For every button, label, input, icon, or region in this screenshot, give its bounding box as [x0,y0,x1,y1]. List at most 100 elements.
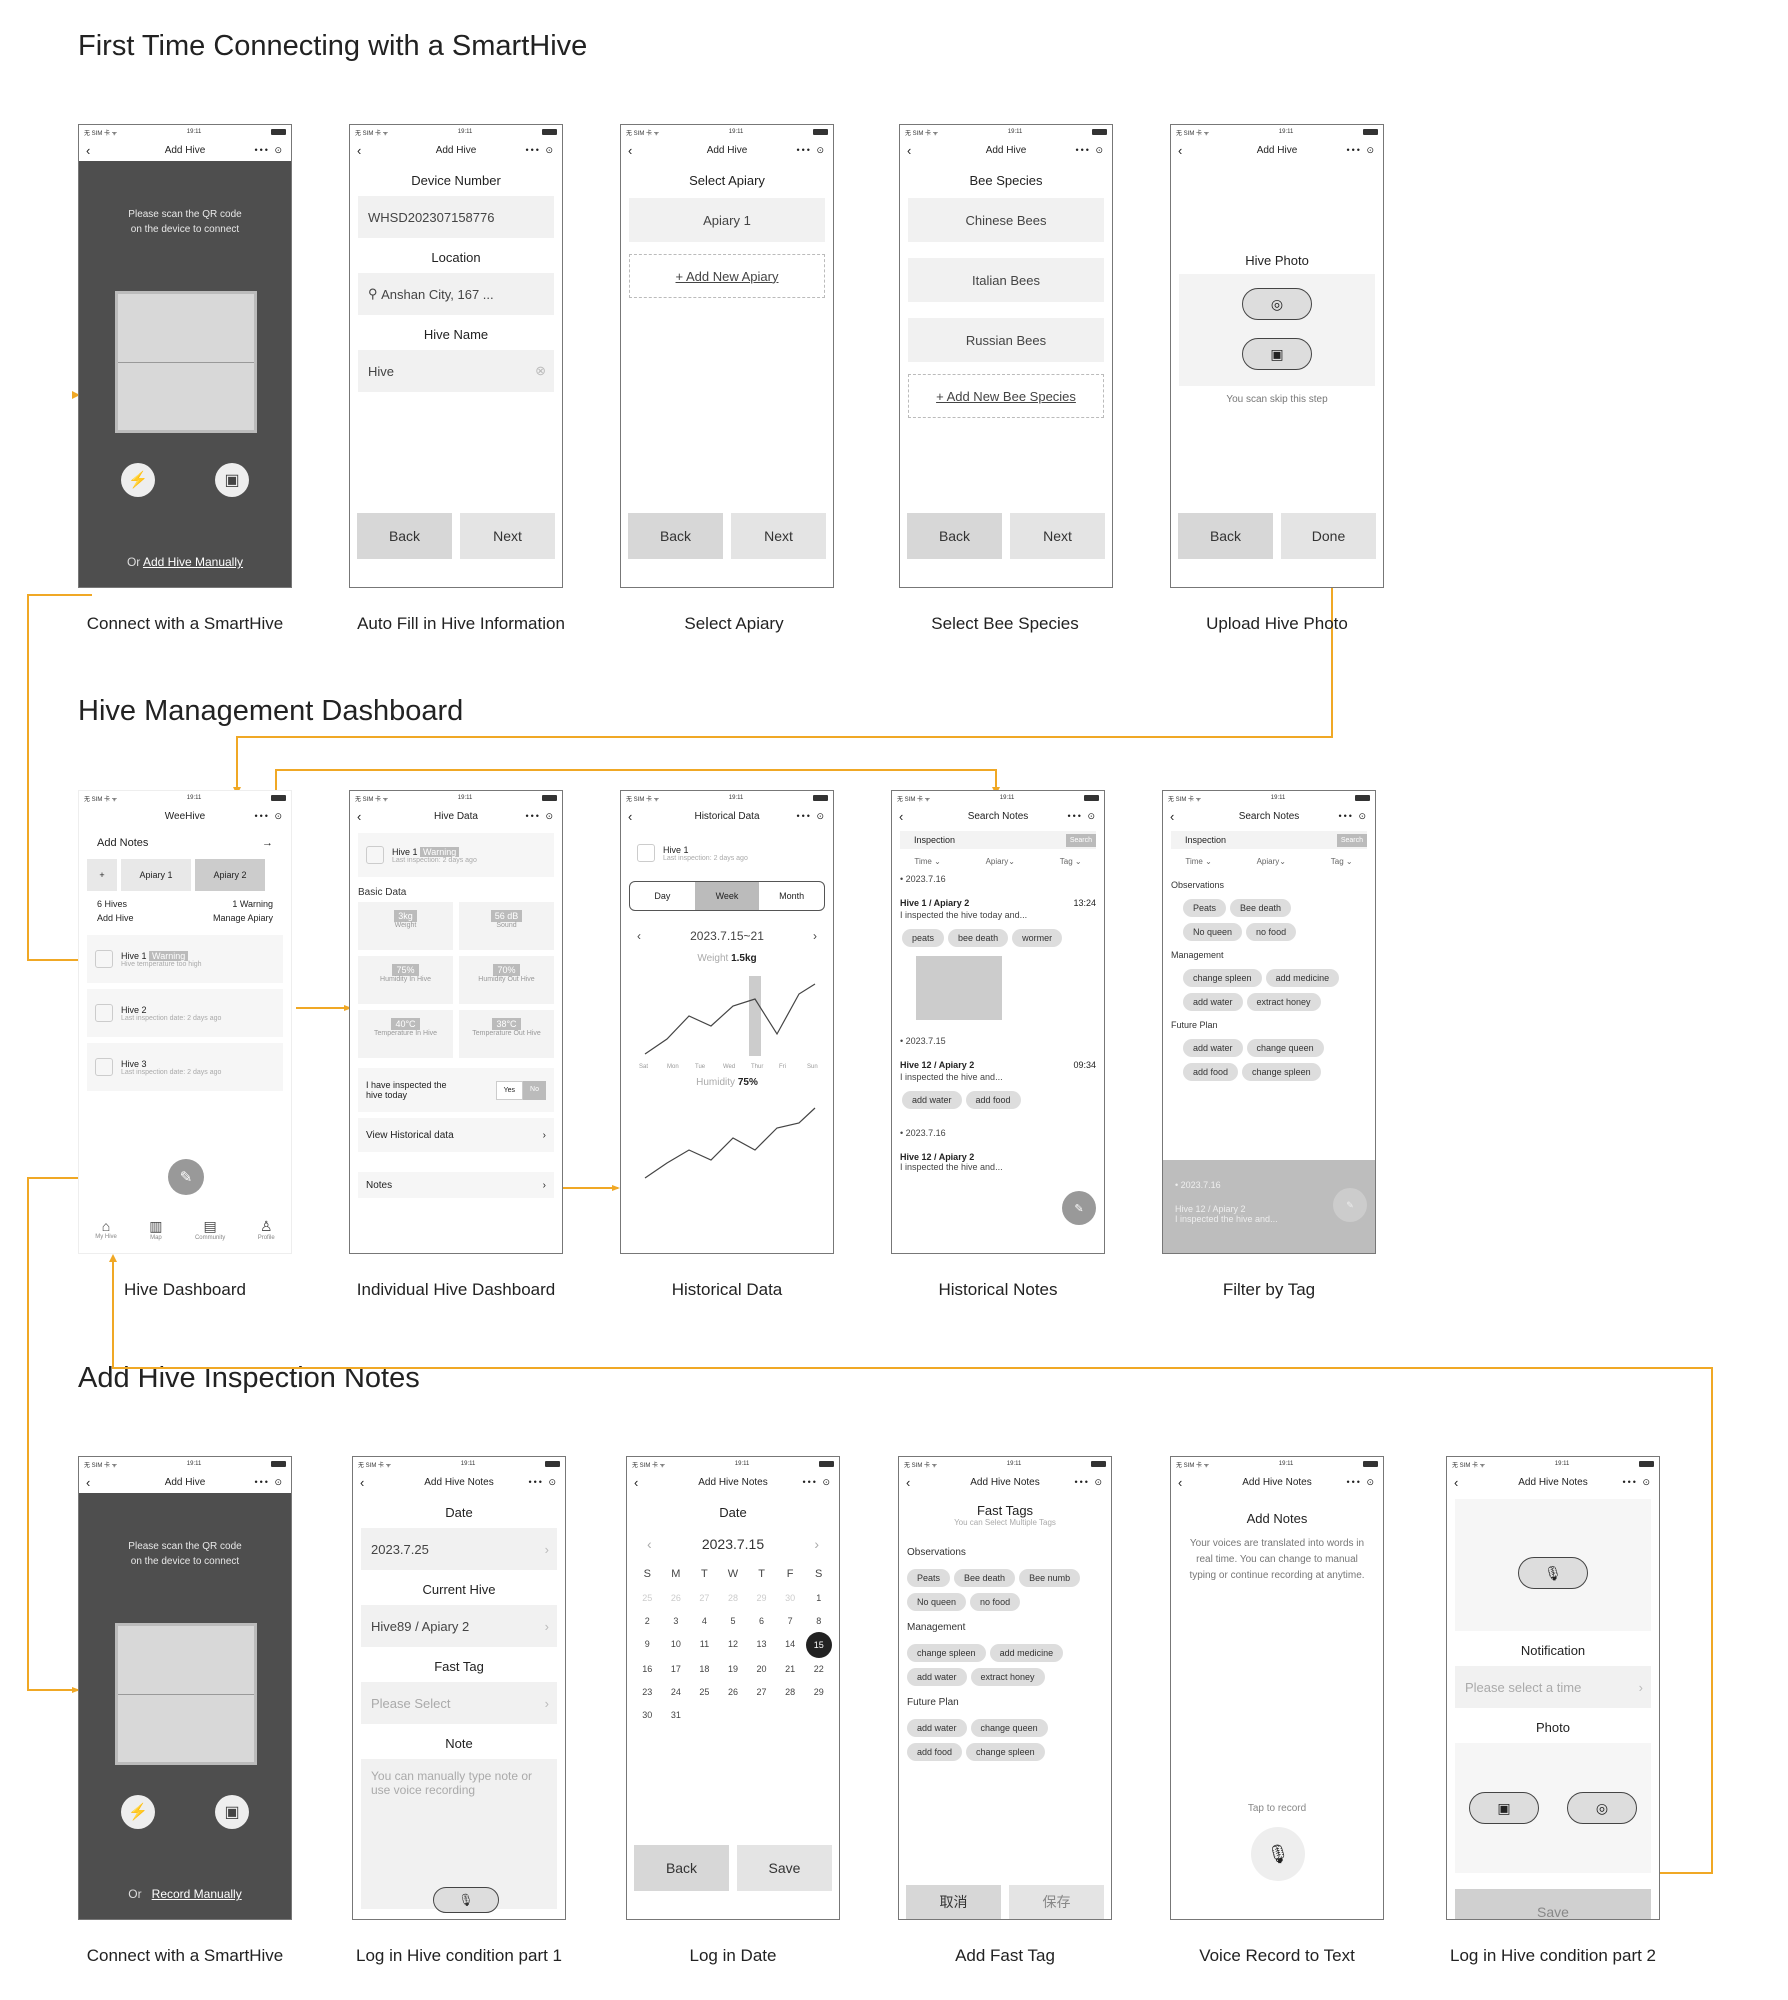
tag[interactable]: extract honey [970,1668,1045,1686]
back-icon[interactable]: ‹ [634,1476,638,1489]
save-button[interactable]: Save [1455,1889,1651,1919]
gallery-icon[interactable]: ▣ [1242,338,1312,370]
species-option[interactable]: Chinese Bees [908,198,1104,242]
tag[interactable]: add food [1183,1063,1239,1081]
capsule-menu[interactable]: ••• ⊙ [526,811,556,822]
tab-apiary-2[interactable]: Apiary 2 [195,859,265,891]
calendar-day[interactable]: 26 [662,1593,691,1603]
calendar-day[interactable]: 29 [747,1593,776,1603]
capsule-menu[interactable]: ••• ⊙ [797,145,827,156]
calendar-day[interactable]: 17 [662,1664,691,1674]
tag[interactable]: peats [902,929,945,947]
hive-name-field[interactable]: Hive ⊗ [358,350,554,392]
fast-tag-field[interactable]: Please Select › [361,1682,557,1724]
capsule-menu[interactable]: ••• ⊙ [1623,1477,1653,1488]
tag[interactable]: add water [907,1719,967,1737]
back-icon[interactable]: ‹ [86,144,90,157]
calendar-day[interactable]: 15 [805,1632,832,1658]
capsule-menu[interactable]: ••• ⊙ [255,145,285,156]
calendar-day[interactable]: 7 [776,1616,805,1626]
calendar-day[interactable]: 12 [719,1639,748,1651]
calendar-day[interactable]: 6 [747,1616,776,1626]
calendar-day[interactable]: 4 [690,1616,719,1626]
calendar-day[interactable]: 24 [662,1687,691,1697]
calendar-day[interactable]: 21 [776,1664,805,1674]
tag[interactable]: no food [1246,923,1297,941]
prev-month-icon[interactable]: ‹ [647,1536,652,1552]
tag[interactable]: add food [907,1743,963,1761]
calendar-day[interactable]: 25 [690,1687,719,1697]
calendar-day[interactable]: 5 [719,1616,748,1626]
capsule-menu[interactable]: ••• ⊙ [803,1477,833,1488]
note-photo[interactable] [916,956,1002,1020]
edit-fab[interactable]: ✎ [1333,1188,1367,1222]
search-button[interactable]: Search [1336,833,1367,847]
tag[interactable]: change spleen [907,1644,986,1662]
back-icon[interactable]: ‹ [1170,810,1174,823]
tag[interactable]: change spleen [1183,969,1262,987]
hive-card[interactable]: Hive 1 Warning Hive temperature too high [87,935,283,983]
calendar-day[interactable]: 28 [719,1593,748,1603]
back-icon[interactable]: ‹ [357,810,361,823]
tag[interactable]: add medicine [1265,969,1340,987]
tab-map[interactable]: ▥ Map [149,1218,162,1241]
device-number-field[interactable]: WHSD202307158776 [358,196,554,238]
filter-time[interactable]: Time ⌄ [914,857,940,866]
tag[interactable]: Peats [907,1569,951,1587]
next-icon[interactable]: › [813,929,817,943]
next-month-icon[interactable]: › [814,1536,819,1552]
tag[interactable]: No queen [907,1593,967,1611]
filter-apiary[interactable]: Apiary⌄ [1257,857,1286,866]
back-icon[interactable]: ‹ [357,144,361,157]
capsule-menu[interactable]: ••• ⊙ [255,1477,285,1488]
calendar-day[interactable]: 10 [662,1639,691,1651]
capsule-menu[interactable]: ••• ⊙ [1076,145,1106,156]
calendar-day[interactable]: 27 [747,1687,776,1697]
location-field[interactable]: ⚲ Anshan City, 167 ... [358,273,554,315]
tag[interactable]: add water [1183,993,1243,1011]
tag[interactable]: Bee numb [1019,1569,1081,1587]
hive-field[interactable]: Hive89 / Apiary 2 › [361,1605,557,1647]
date-field[interactable]: 2023.7.25 › [361,1528,557,1570]
back-button[interactable]: Back [634,1845,729,1891]
calendar-day[interactable]: 16 [633,1664,662,1674]
clear-icon[interactable]: ⊗ [535,363,546,379]
hive-card[interactable]: Hive 2 Last inspection date: 2 days ago [87,989,283,1037]
next-button[interactable]: Next [1010,513,1105,559]
next-button[interactable]: Next [460,513,555,559]
filter-time[interactable]: Time ⌄ [1185,857,1211,866]
calendar-day[interactable]: 1 [804,1593,833,1603]
tag[interactable]: bee death [948,929,1009,947]
tag[interactable]: No queen [1183,923,1243,941]
calendar-day[interactable]: 30 [633,1710,662,1720]
calendar-day[interactable]: 11 [690,1639,719,1651]
view-historical-row[interactable]: View Historical data › [358,1118,554,1152]
back-icon[interactable]: ‹ [86,1476,90,1489]
add-notes-row[interactable]: Add Notes → [79,827,291,859]
tab-add[interactable]: + [87,859,117,891]
calendar-day[interactable]: 9 [633,1639,662,1651]
back-button[interactable]: Back [628,513,723,559]
add-species-button[interactable]: + Add New Bee Species [908,374,1104,418]
back-button[interactable]: Back [1178,513,1273,559]
tag[interactable]: change queen [1246,1039,1324,1057]
no-option[interactable]: No [523,1080,546,1100]
done-button[interactable]: Done [1281,513,1376,559]
gallery-icon[interactable]: ▣ [215,1795,249,1829]
tag[interactable]: change spleen [966,1743,1045,1761]
tab-profile[interactable]: ♙ Profile [258,1218,275,1241]
back-icon[interactable]: ‹ [628,144,632,157]
species-option[interactable]: Russian Bees [908,318,1104,362]
back-icon[interactable]: ‹ [906,1476,910,1489]
capsule-menu[interactable]: ••• ⊙ [1068,811,1098,822]
edit-fab[interactable]: ✎ [168,1159,204,1195]
add-apiary-button[interactable]: + Add New Apiary [629,254,825,298]
calendar-day[interactable]: 2 [633,1616,662,1626]
calendar-day[interactable]: 14 [776,1639,805,1651]
flash-icon[interactable]: ⚡ [121,1795,155,1829]
mic-icon[interactable]: 🎙 [1251,1827,1305,1881]
note-textarea[interactable]: You can manually type note or use voice … [361,1759,557,1913]
tab-apiary-1[interactable]: Apiary 1 [121,859,191,891]
back-icon[interactable]: ‹ [1178,1476,1182,1489]
tag[interactable]: Bee death [1230,899,1292,917]
